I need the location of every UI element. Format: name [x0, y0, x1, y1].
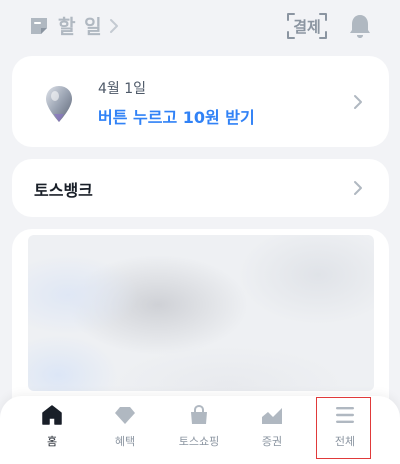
chevron-right-icon: [109, 18, 119, 34]
daily-reward-card[interactable]: 4월 1일 버튼 누르고 10원 받기: [12, 56, 389, 147]
blurred-placeholder: [28, 235, 374, 391]
reward-date: 4월 1일: [98, 81, 147, 97]
tab-label: 토스쇼핑: [178, 435, 220, 448]
menu-icon: [336, 407, 354, 423]
top-header: 할 일 결제: [0, 0, 400, 52]
pay-button[interactable]: 결제: [286, 12, 328, 40]
bank-title: 토스뱅크: [34, 181, 93, 200]
tab-label: 전체: [334, 435, 356, 448]
bottom-tab-bar: 홈 혜택 토스쇼핑 증권 전체: [0, 396, 400, 464]
shopping-bag-icon: [191, 404, 207, 424]
notification-button[interactable]: [348, 13, 372, 39]
tab-shopping[interactable]: 토스쇼핑: [163, 396, 235, 464]
chevron-right-icon: [354, 181, 362, 195]
todo-link[interactable]: 할 일: [28, 12, 119, 39]
tab-benefits[interactable]: 혜택: [89, 396, 161, 464]
bell-icon: [350, 15, 370, 38]
todo-label: 할 일: [58, 16, 103, 38]
tab-home[interactable]: 홈: [16, 396, 88, 464]
tab-label: 홈: [46, 435, 58, 448]
tab-label: 증권: [261, 435, 283, 448]
location-pin-icon: [46, 86, 72, 122]
todo-icon: [28, 15, 50, 37]
tab-all[interactable]: 전체: [309, 396, 381, 464]
reward-title: 버튼 누르고 10원 받기: [98, 108, 255, 127]
tab-label: 혜택: [114, 435, 136, 448]
gem-icon: [115, 407, 135, 424]
chevron-right-icon: [354, 95, 362, 109]
tab-stocks[interactable]: 증권: [236, 396, 308, 464]
pay-label: 결제: [293, 17, 321, 36]
stock-chart-icon: [262, 408, 282, 424]
home-icon: [42, 405, 62, 425]
toss-bank-card[interactable]: 토스뱅크: [12, 159, 389, 217]
